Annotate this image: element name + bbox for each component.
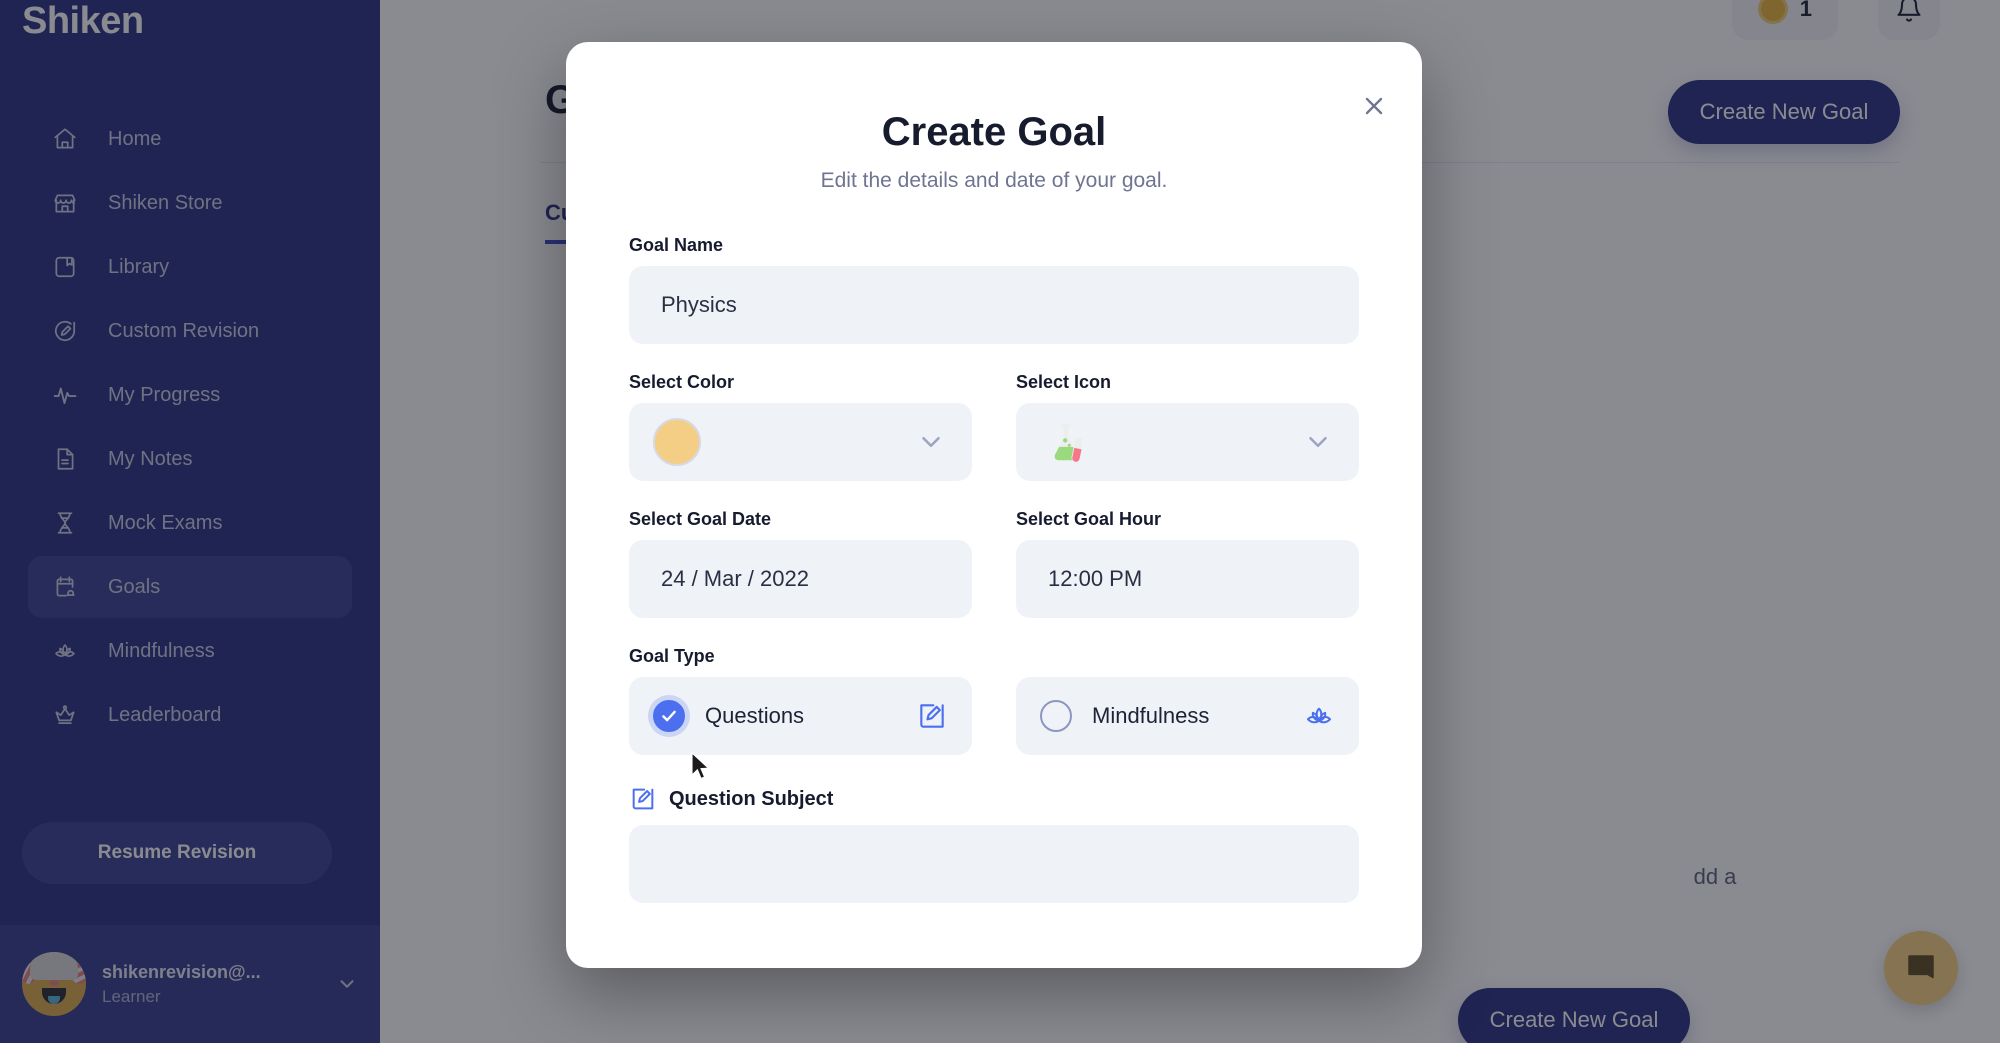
- goal-type-label: Goal Type: [629, 646, 715, 666]
- check-icon: [662, 710, 676, 722]
- close-button[interactable]: [1354, 86, 1394, 126]
- date-hour-row: Select Goal Date 24 / Mar / 2022 Select …: [629, 509, 1359, 618]
- question-subject-input[interactable]: [629, 825, 1359, 903]
- goal-name-input[interactable]: Physics: [629, 266, 1359, 344]
- select-icon-label: Select Icon: [1016, 372, 1112, 392]
- pencil-note-icon: [632, 788, 654, 810]
- goal-name-group: Goal Name Physics: [629, 235, 1359, 344]
- select-color-dropdown[interactable]: [629, 403, 972, 481]
- create-goal-form: Goal Name Physics Select Color Select Ic…: [566, 235, 1422, 903]
- select-color-label: Select Color: [629, 372, 735, 392]
- goal-date-group: Select Goal Date 24 / Mar / 2022: [629, 509, 972, 618]
- select-icon-dropdown[interactable]: [1016, 403, 1359, 481]
- question-subject-group: Question Subject: [629, 785, 1359, 903]
- chevron-down-icon: [922, 437, 940, 447]
- radio-questions[interactable]: [653, 700, 685, 732]
- goal-name-label: Goal Name: [629, 235, 724, 255]
- goal-type-label-mindfulness: Mindfulness: [1092, 703, 1210, 728]
- science-flask-icon: [1054, 424, 1083, 462]
- goal-type-group: Goal Type Questions Mindfulness: [629, 646, 1359, 755]
- select-icon-group: Select Icon: [1016, 372, 1359, 481]
- goal-type-option-mindfulness[interactable]: Mindfulness: [1016, 677, 1359, 755]
- goal-date-input[interactable]: 24 / Mar / 2022: [629, 540, 972, 618]
- goal-type-options: Questions Mindfulness: [629, 677, 1359, 755]
- goal-type-option-questions[interactable]: Questions: [629, 677, 972, 755]
- select-color-group: Select Color: [629, 372, 972, 481]
- goal-type-label-questions: Questions: [705, 703, 805, 728]
- goal-date-label: Select Goal Date: [629, 509, 772, 529]
- pencil-note-icon: [920, 704, 944, 728]
- chevron-down-icon: [1309, 437, 1327, 447]
- color-icon-row: Select Color Select Icon: [629, 372, 1359, 481]
- goal-hour-label: Select Goal Hour: [1016, 509, 1162, 529]
- radio-mindfulness[interactable]: [1040, 700, 1072, 732]
- color-swatch: [653, 418, 701, 466]
- close-icon: [1365, 97, 1383, 115]
- modal-subtitle: Edit the details and date of your goal.: [820, 169, 1168, 192]
- modal-title: Create Goal: [881, 110, 1107, 154]
- goal-hour-input[interactable]: 12:00 PM: [1016, 540, 1359, 618]
- goal-hour-group: Select Goal Hour 12:00 PM: [1016, 509, 1359, 618]
- question-subject-label: Question Subject: [669, 787, 834, 810]
- question-subject-header: Question Subject: [629, 785, 1359, 813]
- create-goal-modal: Create Goal Edit the details and date of…: [566, 42, 1422, 968]
- lotus-icon: [1306, 707, 1332, 724]
- app-root: Goals 1 Create New Goal Current dd a Cre…: [0, 0, 2000, 1043]
